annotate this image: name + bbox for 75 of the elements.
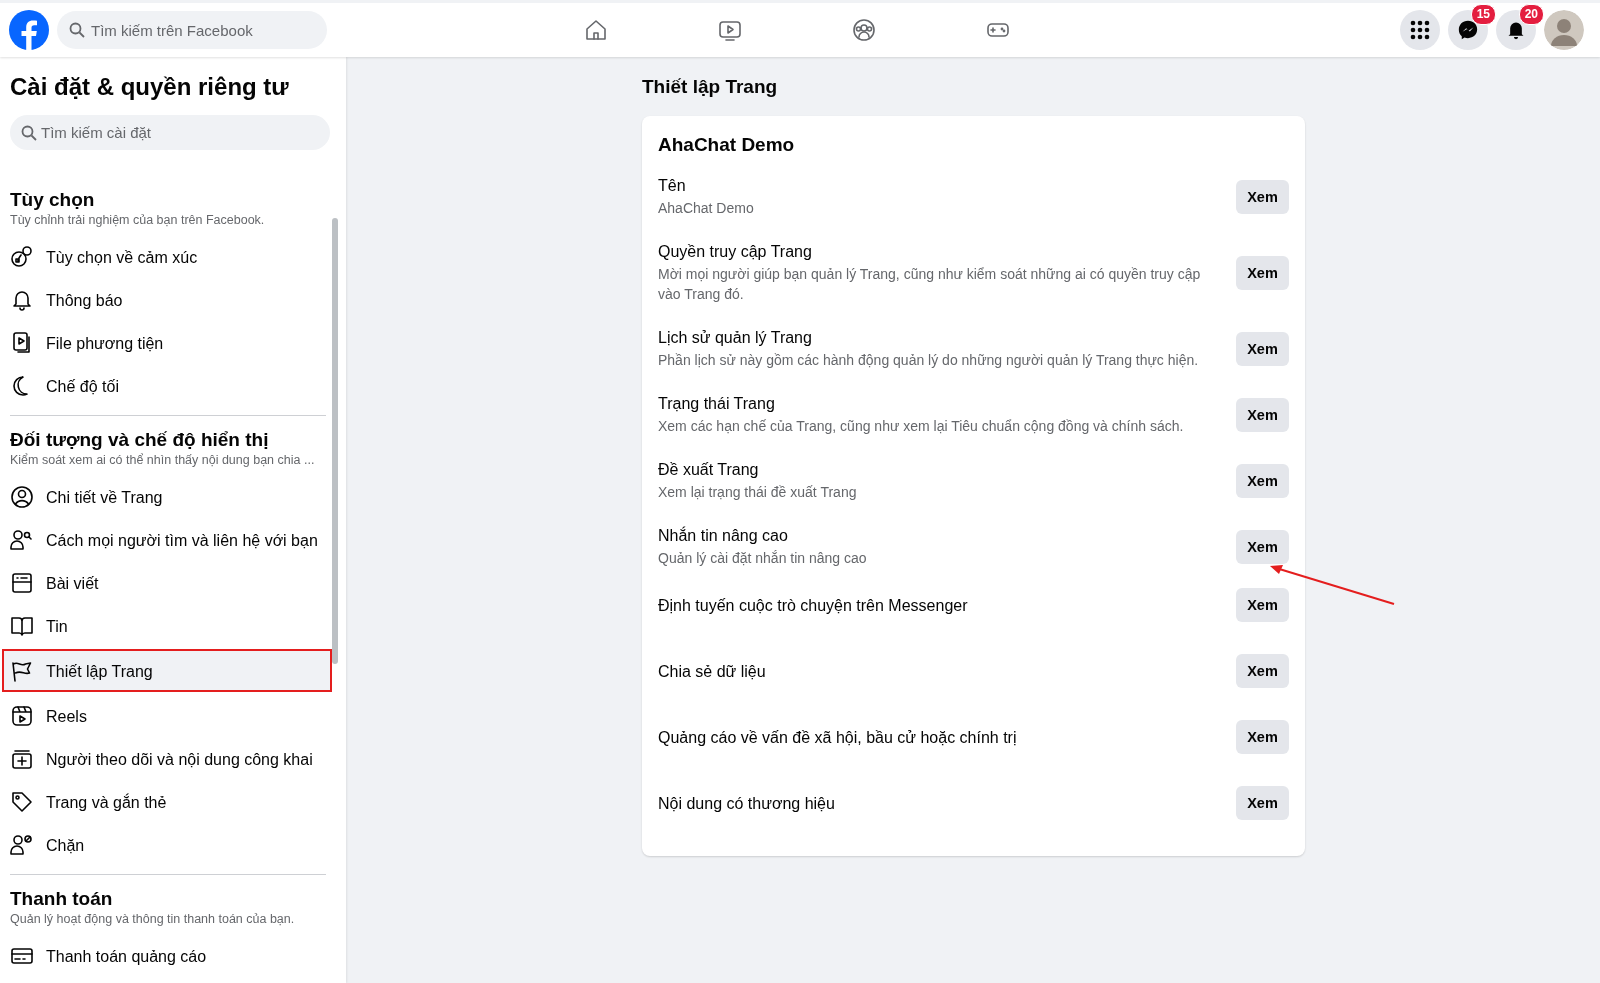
setting-description: Xem các hạn chế của Trang, cũng như xem lại Tiêu chuẩn cộng đồng và chính sách. [658, 417, 1185, 436]
people-block-icon [10, 832, 34, 857]
sidebar-item[interactable]: Cách mọi người tìm và liên hệ với bạn [0, 518, 340, 561]
search-icon [21, 125, 37, 141]
search-icon [69, 22, 85, 38]
messenger-button[interactable] [1448, 10, 1488, 50]
user-circle-icon [10, 484, 34, 509]
section-heading: Đối tượng và chế độ hiển thị [10, 428, 270, 452]
sidebar-item[interactable]: Thiết lập Trang [2, 649, 332, 692]
home-icon [584, 18, 608, 42]
card-title: AhaChat Demo [658, 134, 796, 156]
view-button[interactable]: Xem [1236, 332, 1289, 366]
settings-search-field[interactable]: Tìm kiếm cài đặt [10, 115, 330, 150]
view-button[interactable]: Xem [1236, 180, 1289, 214]
sidebar-item[interactable]: Người theo dõi và nội dung công khai [0, 737, 340, 780]
app-grid-icon [1410, 20, 1430, 40]
people-search-icon [10, 527, 34, 552]
tag-icon [10, 789, 34, 814]
view-button[interactable]: Xem [1236, 464, 1289, 498]
badge-count: 15 [1470, 4, 1496, 25]
sidebar-item[interactable]: File phương tiện [0, 321, 340, 364]
sidebar-item[interactable]: Reels [0, 694, 340, 737]
setting-title: Định tuyến cuộc trò chuyện trên Messenger [658, 596, 969, 616]
setting-description: Mời mọi người giúp bạn quản lý Trang, cũng như kiểm soát những ai có quyền truy cập vào Trang đó. [658, 265, 1202, 304]
search-field[interactable]: Tìm kiếm trên Facebook [57, 11, 327, 49]
sidebar-item[interactable]: Chế độ tối [0, 364, 340, 407]
group-tab[interactable] [850, 16, 878, 44]
view-button[interactable]: Xem [1236, 720, 1289, 754]
post-icon [10, 570, 34, 595]
setting-title: Nhắn tin nâng cao [658, 526, 789, 546]
video-icon [718, 18, 742, 42]
view-button[interactable]: Xem [1236, 786, 1289, 820]
setting-title: Tên [658, 176, 687, 196]
reaction-icon [10, 244, 34, 269]
section-heading: Thanh toán [10, 887, 114, 911]
setting-title: Quảng cáo về vấn đề xã hội, bầu cử hoặc chính trị [658, 728, 1018, 748]
badge-count: 20 [1518, 4, 1544, 25]
menu-button[interactable] [1400, 10, 1440, 50]
setting-title: Đề xuất Trang [658, 460, 760, 480]
sidebar-item[interactable]: Bài viết [0, 561, 340, 604]
setting-title: Chia sẻ dữ liệu [658, 662, 767, 682]
section-title: Thiết lập Trang [642, 76, 779, 98]
facebook-logo[interactable] [9, 10, 49, 50]
reels-icon [10, 703, 34, 728]
view-button[interactable]: Xem [1236, 256, 1289, 290]
section-description: Quản lý hoạt động và thông tin thanh toán của bạn. [10, 912, 296, 926]
sidebar-item[interactable]: Tùy chọn về cảm xúc [0, 235, 340, 278]
view-button[interactable]: Xem [1236, 530, 1289, 564]
section-description: Kiểm soát xem ai có thể nhìn thấy nội dung bạn chia ... [10, 453, 316, 467]
sidebar-item[interactable]: Chặn [0, 823, 340, 866]
setting-title: Lịch sử quản lý Trang [658, 328, 813, 348]
scrollbar[interactable] [332, 218, 338, 664]
setting-description: AhaChat Demo [658, 199, 755, 218]
group-icon [852, 18, 876, 42]
setting-description: Xem lại trạng thái đề xuất Trang [658, 483, 858, 502]
setting-title: Trạng thái Trang [658, 394, 776, 414]
notifications-button[interactable] [1496, 10, 1536, 50]
view-button[interactable]: Xem [1236, 654, 1289, 688]
section-description: Tùy chỉnh trải nghiệm của bạn trên Facebook. [10, 213, 266, 227]
sidebar-item[interactable]: Thông báo [0, 278, 340, 321]
view-button[interactable]: Xem [1236, 588, 1289, 622]
setting-description: Quản lý cài đặt nhắn tin nâng cao [658, 549, 868, 568]
setting-description: Phần lịch sử này gồm các hành động quản lý do những người quản lý Trang thực hiện. [658, 351, 1200, 370]
profile-avatar[interactable] [1544, 10, 1584, 50]
setting-title: Nội dung có thương hiệu [658, 794, 836, 814]
page-title: Cài đặt & quyền riêng tư [10, 73, 290, 101]
bell-icon [1506, 20, 1526, 40]
sidebar-item[interactable]: Trang và gắn thẻ [0, 780, 340, 823]
sidebar-item[interactable]: Tin [0, 604, 340, 647]
messenger-icon [1457, 19, 1479, 41]
section-heading: Tùy chọn [10, 188, 96, 212]
sidebar-item[interactable]: Chi tiết về Trang [0, 475, 340, 518]
sidebar-item[interactable]: Thanh toán quảng cáo [0, 934, 340, 977]
view-button[interactable]: Xem [1236, 398, 1289, 432]
setting-title: Quyền truy cập Trang [658, 242, 813, 262]
